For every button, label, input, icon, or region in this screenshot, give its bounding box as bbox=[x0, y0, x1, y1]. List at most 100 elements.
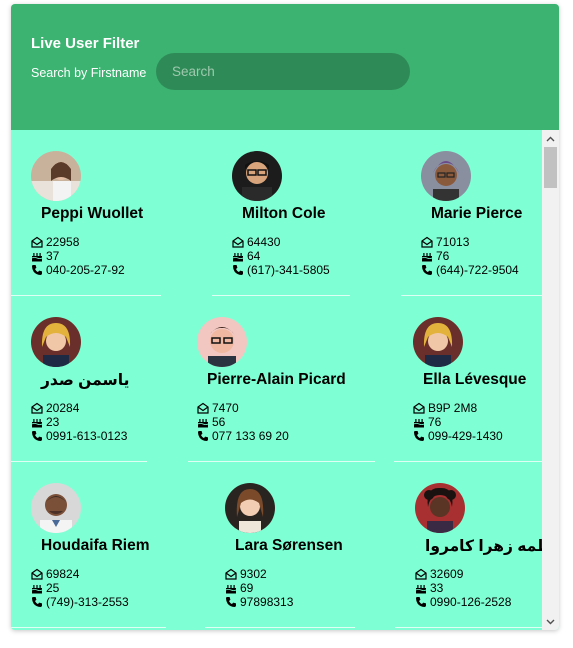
user-info: B9P 2M8 76 099-429-1430 bbox=[413, 401, 503, 443]
envelope-open-icon bbox=[232, 236, 244, 248]
user-age: 37 bbox=[46, 249, 60, 263]
envelope-open-icon bbox=[197, 402, 209, 414]
phone-icon bbox=[421, 264, 433, 276]
user-name: Houdaifa Riem bbox=[41, 537, 150, 554]
user-zip: 20284 bbox=[46, 401, 80, 415]
user-zip: 9302 bbox=[240, 567, 267, 581]
user-age: 33 bbox=[430, 581, 444, 595]
user-age: 64 bbox=[247, 249, 261, 263]
user-phone: 0990-126-2528 bbox=[430, 595, 512, 609]
user-info: 20284 23 0991-613-0123 bbox=[31, 401, 127, 443]
birthday-cake-icon bbox=[31, 416, 43, 428]
user-phone: 97898313 bbox=[240, 595, 294, 609]
user-zip: 32609 bbox=[430, 567, 464, 581]
user-zip: 69824 bbox=[46, 567, 80, 581]
user-zip: 64430 bbox=[247, 235, 281, 249]
scroll-down-arrow-icon[interactable] bbox=[542, 613, 559, 630]
phone-icon bbox=[31, 264, 43, 276]
user-age: 76 bbox=[436, 249, 450, 263]
user-phone: (617)-341-5805 bbox=[247, 263, 330, 277]
birthday-cake-icon bbox=[31, 582, 43, 594]
user-name: Lara Sørensen bbox=[235, 537, 343, 554]
scroll-up-arrow-icon[interactable] bbox=[542, 130, 559, 147]
phone-icon bbox=[225, 596, 237, 608]
card-divider bbox=[395, 627, 542, 628]
user-card: Ella Lévesque B9P 2M8 76 099-429-1430 bbox=[365, 296, 542, 462]
user-name: فاطمه زهرا کامروا bbox=[425, 538, 542, 555]
avatar bbox=[31, 317, 81, 367]
avatar bbox=[31, 151, 81, 201]
birthday-cake-icon bbox=[421, 250, 433, 262]
avatar bbox=[31, 483, 81, 533]
user-name: یاسمن صدر bbox=[41, 372, 130, 389]
birthday-cake-icon bbox=[31, 250, 43, 262]
user-card: Milton Cole 64430 64 (617)-341-5805 bbox=[188, 130, 365, 296]
user-card: یاسمن صدر 20284 23 0991-613-0123 bbox=[11, 296, 188, 462]
user-card: Pierre-Alain Picard 7470 56 077 133 69 2… bbox=[188, 296, 375, 462]
user-name: Peppi Wuollet bbox=[41, 205, 144, 222]
header: Live User Filter Search by Firstname bbox=[11, 4, 559, 130]
scrollbar-thumb[interactable] bbox=[544, 147, 557, 188]
card-divider bbox=[205, 627, 355, 628]
phone-icon bbox=[413, 430, 425, 442]
user-card: فاطمه زهرا کامروا 32609 33 0990-126-2528 bbox=[365, 462, 542, 628]
user-phone: 0991-613-0123 bbox=[46, 429, 128, 443]
envelope-open-icon bbox=[413, 402, 425, 414]
avatar bbox=[415, 483, 465, 533]
envelope-open-icon bbox=[31, 402, 43, 414]
user-phone: (749)-313-2553 bbox=[46, 595, 129, 609]
user-age: 23 bbox=[46, 415, 60, 429]
phone-icon bbox=[31, 596, 43, 608]
envelope-open-icon bbox=[31, 568, 43, 580]
user-zip: B9P 2M8 bbox=[428, 401, 478, 415]
envelope-open-icon bbox=[31, 236, 43, 248]
user-info: 7470 56 077 133 69 20 bbox=[197, 401, 289, 443]
search-label: Search by Firstname bbox=[31, 66, 147, 80]
user-card: Peppi Wuollet 22958 37 040-205-27-92 bbox=[11, 130, 188, 296]
user-list[interactable]: Peppi Wuollet 22958 37 040-205-27-92 Mil… bbox=[11, 130, 542, 630]
user-age: 76 bbox=[428, 415, 442, 429]
phone-icon bbox=[415, 596, 427, 608]
user-zip: 22958 bbox=[46, 235, 80, 249]
user-info: 64430 64 (617)-341-5805 bbox=[232, 235, 330, 277]
user-name: Marie Pierce bbox=[431, 205, 523, 222]
user-zip: 71013 bbox=[436, 235, 470, 249]
user-age: 25 bbox=[46, 581, 60, 595]
envelope-open-icon bbox=[421, 236, 433, 248]
user-phone: 040-205-27-92 bbox=[46, 263, 125, 277]
avatar bbox=[197, 317, 247, 367]
avatar bbox=[232, 151, 282, 201]
phone-icon bbox=[197, 430, 209, 442]
envelope-open-icon bbox=[225, 568, 237, 580]
user-phone: 077 133 69 20 bbox=[212, 429, 289, 443]
avatar bbox=[413, 317, 463, 367]
phone-icon bbox=[31, 430, 43, 442]
user-info: 22958 37 040-205-27-92 bbox=[31, 235, 125, 277]
card-divider bbox=[11, 627, 166, 628]
vertical-scrollbar[interactable] bbox=[542, 130, 559, 630]
page-title: Live User Filter bbox=[31, 35, 140, 52]
user-zip: 7470 bbox=[212, 401, 239, 415]
user-name: Ella Lévesque bbox=[423, 371, 527, 388]
live-user-filter-app: Live User Filter Search by Firstname Pep… bbox=[11, 4, 559, 630]
avatar bbox=[421, 151, 471, 201]
phone-icon bbox=[232, 264, 244, 276]
birthday-cake-icon bbox=[413, 416, 425, 428]
envelope-open-icon bbox=[415, 568, 427, 580]
user-card: Lara Sørensen 9302 69 97898313 bbox=[188, 462, 365, 628]
user-info: 32609 33 0990-126-2528 bbox=[415, 567, 511, 609]
user-info: 71013 76 (644)-722-9504 bbox=[421, 235, 519, 277]
birthday-cake-icon bbox=[225, 582, 237, 594]
user-phone: (644)-722-9504 bbox=[436, 263, 519, 277]
user-name: Pierre-Alain Picard bbox=[207, 371, 346, 388]
birthday-cake-icon bbox=[415, 582, 427, 594]
avatar bbox=[225, 483, 275, 533]
user-age: 69 bbox=[240, 581, 254, 595]
birthday-cake-icon bbox=[197, 416, 209, 428]
search-input[interactable] bbox=[156, 53, 410, 90]
user-name: Milton Cole bbox=[242, 205, 326, 222]
user-card: Marie Pierce 71013 76 (644)-722-9504 bbox=[365, 130, 542, 296]
user-age: 56 bbox=[212, 415, 226, 429]
user-card: Houdaifa Riem 69824 25 (749)-313-2553 bbox=[11, 462, 188, 628]
user-info: 69824 25 (749)-313-2553 bbox=[31, 567, 129, 609]
